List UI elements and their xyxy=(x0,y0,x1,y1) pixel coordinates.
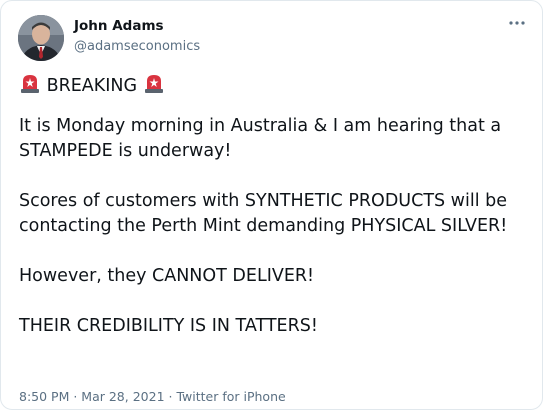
meta-separator: · xyxy=(69,389,82,404)
more-options-icon[interactable] xyxy=(506,15,528,31)
tweet-meta: 8:50 PM · Mar 28, 2021 · Twitter for iPh… xyxy=(19,389,286,405)
tweet-paragraph: THEIR CREDIBILITY IS IN TATTERS! xyxy=(19,316,318,336)
tweet-date[interactable]: Mar 28, 2021 xyxy=(81,389,164,404)
avatar[interactable] xyxy=(18,15,64,61)
tweet-paragraph: It is Monday morning in Australia & I am… xyxy=(19,116,502,161)
tweet-source[interactable]: Twitter for iPhone xyxy=(176,389,285,404)
breaking-text: BREAKING xyxy=(46,76,138,96)
siren-icon xyxy=(143,72,165,94)
tweet-text: BREAKING It is Monday morning in Austral… xyxy=(19,72,531,339)
tweet-paragraph: Scores of customers with SYNTHETIC PRODU… xyxy=(19,191,508,236)
author-info: John Adams @adamseconomics xyxy=(74,18,200,55)
author-handle[interactable]: @adamseconomics xyxy=(74,38,200,55)
meta-separator: · xyxy=(164,389,177,404)
tweet-paragraph: However, they CANNOT DELIVER! xyxy=(19,266,315,286)
tweet-card: John Adams @adamseconomics BREAKING It i… xyxy=(0,0,543,410)
breaking-line: BREAKING xyxy=(19,72,531,99)
tweet-time[interactable]: 8:50 PM xyxy=(19,389,69,404)
author-display-name[interactable]: John Adams xyxy=(74,18,200,35)
siren-icon xyxy=(19,72,41,94)
